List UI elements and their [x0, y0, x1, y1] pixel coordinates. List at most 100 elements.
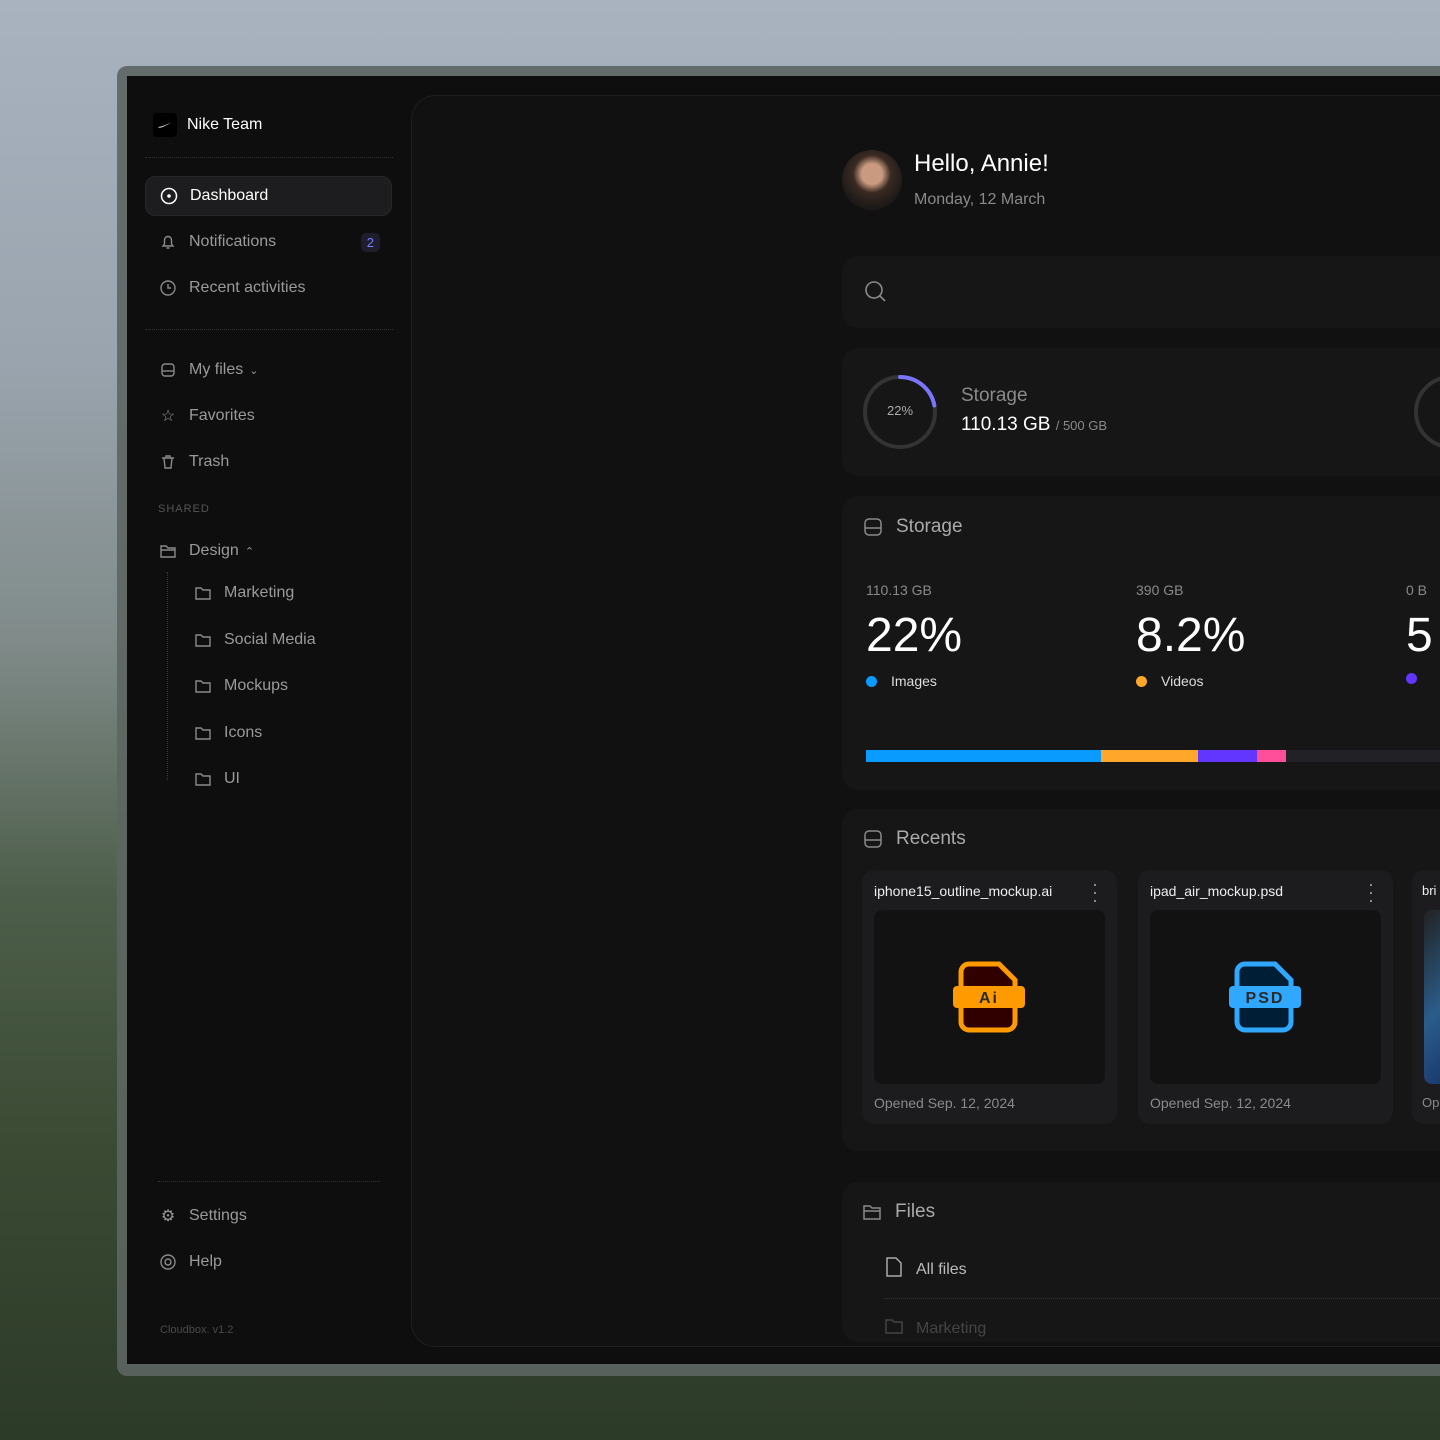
recent-file-name: bri	[1422, 883, 1437, 898]
help-icon	[159, 1253, 177, 1271]
storage-bar	[866, 750, 1440, 762]
storage-ring-percent: 22%	[886, 403, 914, 418]
recent-file-opened: Opened Sep. 12, 2024	[1150, 1095, 1291, 1111]
recents-title: Recents	[896, 828, 966, 849]
main-panel: Hello, Annie! Monday, 12 March 22% Stora…	[411, 95, 1440, 1347]
folder-marketing[interactable]: Marketing	[180, 573, 392, 613]
storage-col: 110.13 GB 22% Images	[866, 582, 962, 689]
recent-file-opened: Op	[1422, 1095, 1440, 1110]
folder-open-icon	[862, 1202, 882, 1227]
folder-label: Social Media	[224, 630, 316, 648]
team-name: Nike Team	[187, 116, 263, 133]
storage-breakdown-card: Storage 110.13 GB 22% Images 390 GB 8.2%…	[842, 496, 1440, 790]
files-title: Files	[895, 1201, 936, 1222]
storage-summary-title: Storage	[961, 385, 1028, 406]
recent-file-opened: Opened Sep. 12, 2024	[874, 1095, 1015, 1111]
folder-open-icon	[159, 542, 177, 560]
file-icon	[884, 1256, 904, 1283]
dashboard-icon	[160, 187, 178, 205]
psd-file-icon: PSD	[1229, 961, 1301, 1033]
file-item-label: All files	[916, 1260, 967, 1278]
file-item-all-files[interactable]: All files	[884, 1256, 967, 1283]
trash-icon	[159, 453, 177, 471]
clock-icon	[159, 279, 177, 297]
nav-label: Help	[189, 1253, 222, 1270]
folder-label: Icons	[224, 723, 263, 741]
file-item-label: Marketing	[916, 1319, 987, 1337]
storage-col-percent: 22%	[866, 609, 963, 662]
folder-design[interactable]: Design ⌃	[145, 531, 392, 571]
team-switcher[interactable]: Nike Team	[153, 113, 262, 137]
folder-icon	[194, 631, 212, 649]
sidebar-item-my-files[interactable]: My files ⌄	[145, 350, 392, 390]
sidebar-item-dashboard[interactable]: Dashboard	[145, 176, 392, 216]
sidebar-item-trash[interactable]: Trash	[145, 442, 392, 482]
storage-col-size: 390 GB	[1136, 582, 1184, 598]
file-thumbnail: Ai	[874, 910, 1105, 1084]
folder-ui[interactable]: UI	[180, 759, 392, 799]
divider	[145, 329, 393, 330]
recent-file-card[interactable]: iphone15_outline_mockup.ai · · · Ai Opened…	[862, 870, 1117, 1124]
folder-icon	[194, 724, 212, 742]
greeting-title: Hello, Annie!	[914, 150, 1049, 177]
version-label: Cloudbox. v1.2	[160, 1324, 234, 1336]
folder-social-media[interactable]: Social Media	[180, 620, 392, 660]
storage-used-value: 110.13 GB	[961, 414, 1051, 435]
storage-bar-segment	[1101, 750, 1198, 762]
folder-icon	[884, 1316, 904, 1341]
files-card: Files All files Marketing	[842, 1182, 1440, 1342]
recents-card: Recents iphone15_outline_mockup.ai · · · A…	[842, 809, 1440, 1151]
legend-dot	[866, 675, 877, 687]
file-thumbnail: PSD	[1150, 910, 1381, 1084]
nav-label: Trash	[189, 453, 230, 470]
sidebar-item-help[interactable]: Help	[145, 1242, 392, 1282]
storage-total: / 500 GB	[1055, 418, 1108, 433]
notification-badge: 2	[360, 232, 380, 252]
file-thumbnail	[1424, 910, 1440, 1084]
search-bar[interactable]	[842, 256, 1440, 328]
legend-dot	[1406, 673, 1417, 684]
folder-icons[interactable]: Icons	[180, 713, 392, 753]
storage-bar-segment	[866, 750, 1102, 762]
file-item-marketing[interactable]: Marketing	[884, 1316, 986, 1341]
recent-file-card[interactable]: ipad_air_mockup.psd · · · PSD Opened Sep. …	[1138, 870, 1393, 1124]
storage-col-size: 110.13 GB	[866, 582, 932, 598]
chevron-down-icon: ⌄	[249, 364, 259, 377]
sidebar-item-settings[interactable]: ⚙ Settings	[145, 1196, 392, 1236]
drive-icon	[159, 361, 177, 379]
nav-label: Dashboard	[190, 187, 269, 204]
sidebar-item-favorites[interactable]: ☆ Favorites	[145, 396, 392, 436]
folder-icon	[194, 770, 212, 788]
folder-label: Marketing	[224, 584, 295, 601]
drive-icon	[863, 517, 883, 542]
storage-bar-segment	[1256, 750, 1287, 762]
storage-col: 390 GB 8.2% Videos	[1136, 582, 1245, 689]
folder-label: UI	[224, 770, 240, 787]
storage-col-percent: 8.2%	[1136, 609, 1246, 662]
storage-col-label: Images	[891, 673, 937, 689]
svg-text:Ai: Ai	[979, 990, 999, 1007]
nav-label: Favorites	[189, 407, 255, 424]
more-options-icon[interactable]: · · ·	[1090, 875, 1100, 909]
divider	[145, 157, 393, 158]
avatar[interactable]	[842, 150, 902, 210]
ai-file-icon: Ai	[953, 961, 1025, 1033]
more-options-icon[interactable]: · · ·	[1366, 875, 1376, 909]
sidebar-item-notifications[interactable]: Notifications 2	[145, 222, 392, 262]
folder-label: Mockups	[224, 677, 289, 694]
secondary-ring	[1414, 376, 1440, 448]
recent-file-name: iphone15_outline_mockup.ai	[874, 883, 1053, 899]
nav-label: My files	[189, 361, 244, 378]
storage-col-size: 0 B	[1406, 582, 1428, 598]
nav-label: Recent activities	[189, 279, 306, 296]
storage-col-label: Videos	[1161, 673, 1204, 689]
sidebar-item-recent-activities[interactable]: Recent activities	[145, 268, 392, 308]
nav-label: Design	[189, 542, 239, 559]
storage-col: 0 B 5	[1406, 582, 1433, 684]
storage-title: Storage	[896, 516, 963, 537]
recent-file-card[interactable]: bri Op	[1412, 870, 1440, 1124]
storage-bar-segment	[1197, 750, 1257, 762]
star-icon: ☆	[160, 408, 176, 425]
nav-label: Settings	[189, 1207, 247, 1224]
folder-mockups[interactable]: Mockups	[180, 666, 392, 706]
